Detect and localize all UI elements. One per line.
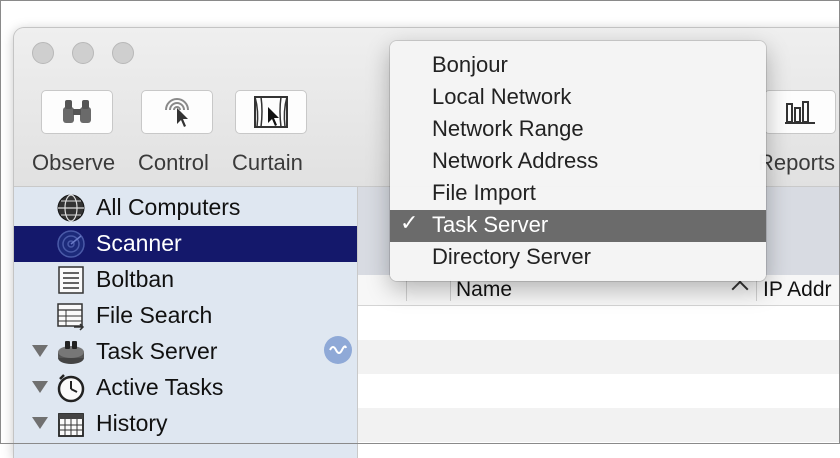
disclosure-triangle-icon[interactable] xyxy=(32,381,48,393)
clock-icon xyxy=(57,374,85,403)
calendar-icon xyxy=(58,413,84,437)
menu-item-label: Network Address xyxy=(432,148,599,173)
menu-item-task-server[interactable]: ✓ Task Server xyxy=(390,210,766,242)
curtain-button[interactable] xyxy=(235,90,307,134)
menu-item-network-range[interactable]: Network Range xyxy=(390,114,766,146)
zoom-window-button[interactable] xyxy=(112,42,134,64)
remote-control-icon xyxy=(165,98,189,127)
sidebar-item-label: Active Tasks xyxy=(96,374,224,400)
sidebar-item-label: All Computers xyxy=(96,194,241,220)
table-row[interactable] xyxy=(358,340,840,374)
menu-item-label: Bonjour xyxy=(432,52,508,77)
sidebar-item-boltban[interactable]: Boltban xyxy=(14,262,357,298)
table-row[interactable] xyxy=(358,408,840,442)
control-label: Control xyxy=(138,150,209,175)
sidebar-item-label: History xyxy=(96,410,168,436)
task-server-icon xyxy=(58,341,84,364)
reports-icon xyxy=(785,101,815,124)
menu-item-label: Network Range xyxy=(432,116,584,141)
sidebar-item-file-search[interactable]: File Search xyxy=(14,298,357,334)
menu-item-network-address[interactable]: Network Address xyxy=(390,146,766,178)
sidebar-item-history[interactable]: History xyxy=(14,406,357,442)
menu-item-label: Directory Server xyxy=(432,244,591,269)
checkmark-icon: ✓ xyxy=(400,211,419,236)
column-header-ip-address[interactable]: IP Addr xyxy=(763,278,832,302)
menu-item-bonjour[interactable]: Bonjour xyxy=(390,50,766,82)
disclosure-triangle-icon[interactable] xyxy=(32,417,48,429)
globe-icon xyxy=(57,194,85,222)
column-separator[interactable] xyxy=(406,279,407,301)
observe-button[interactable] xyxy=(41,90,113,134)
observe-label: Observe xyxy=(32,150,116,175)
minimize-window-button[interactable] xyxy=(72,42,94,64)
sidebar-item-active-tasks[interactable]: Active Tasks xyxy=(14,370,357,406)
sidebar-item-all-computers[interactable]: All Computers xyxy=(14,190,357,226)
sort-ascending-icon[interactable] xyxy=(731,280,749,298)
sidebar-item-scanner[interactable]: Scanner xyxy=(14,226,357,262)
column-separator[interactable] xyxy=(450,279,451,301)
curtain-label: Curtain xyxy=(232,150,303,175)
radar-icon xyxy=(57,230,85,258)
close-window-button[interactable] xyxy=(32,42,54,64)
file-search-icon xyxy=(57,303,85,331)
scanner-source-menu: Bonjour Local Network Network Range Netw… xyxy=(390,41,766,281)
reports-button[interactable] xyxy=(764,90,836,134)
list-icon xyxy=(58,266,84,294)
curtain-icon xyxy=(254,96,288,128)
menu-item-directory-server[interactable]: Directory Server xyxy=(390,242,766,274)
column-header-name[interactable]: Name xyxy=(456,278,512,302)
menu-item-label: File Import xyxy=(432,180,536,205)
activity-wave-icon xyxy=(329,345,347,354)
menu-item-label: Local Network xyxy=(432,84,572,109)
sidebar-item-label: Boltban xyxy=(96,266,175,292)
sidebar: All Computers Scanner Boltban File Searc… xyxy=(14,187,358,458)
activity-badge xyxy=(324,336,352,364)
disclosure-triangle-icon[interactable] xyxy=(32,345,48,357)
sidebar-item-task-server[interactable]: Task Server xyxy=(14,334,357,370)
reports-label: Reports xyxy=(758,150,836,175)
column-separator[interactable] xyxy=(756,279,757,301)
sidebar-item-label: Scanner xyxy=(96,230,182,256)
menu-item-local-network[interactable]: Local Network xyxy=(390,82,766,114)
menu-item-label: Task Server xyxy=(432,212,549,237)
sidebar-item-label: Task Server xyxy=(96,338,218,364)
sidebar-item-label: File Search xyxy=(96,302,213,328)
menu-item-file-import[interactable]: File Import xyxy=(390,178,766,210)
control-button[interactable] xyxy=(141,90,213,134)
binoculars-icon xyxy=(63,100,91,123)
